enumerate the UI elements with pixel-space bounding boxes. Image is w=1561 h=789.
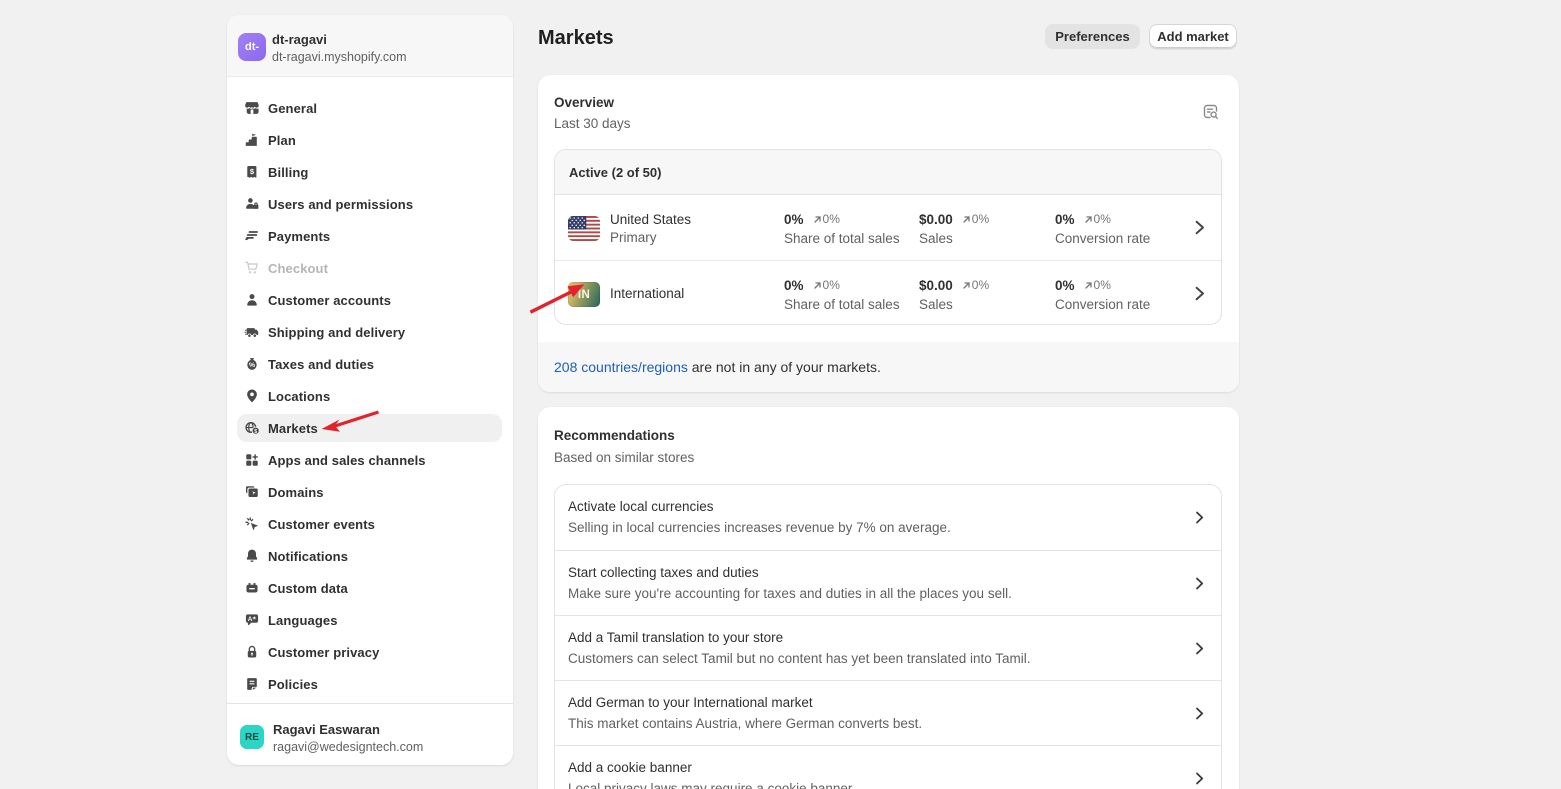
svg-text:%: %	[249, 362, 255, 369]
svg-text:A: A	[248, 616, 253, 623]
svg-text:$: $	[250, 167, 255, 176]
svg-text:$: $	[254, 429, 257, 435]
